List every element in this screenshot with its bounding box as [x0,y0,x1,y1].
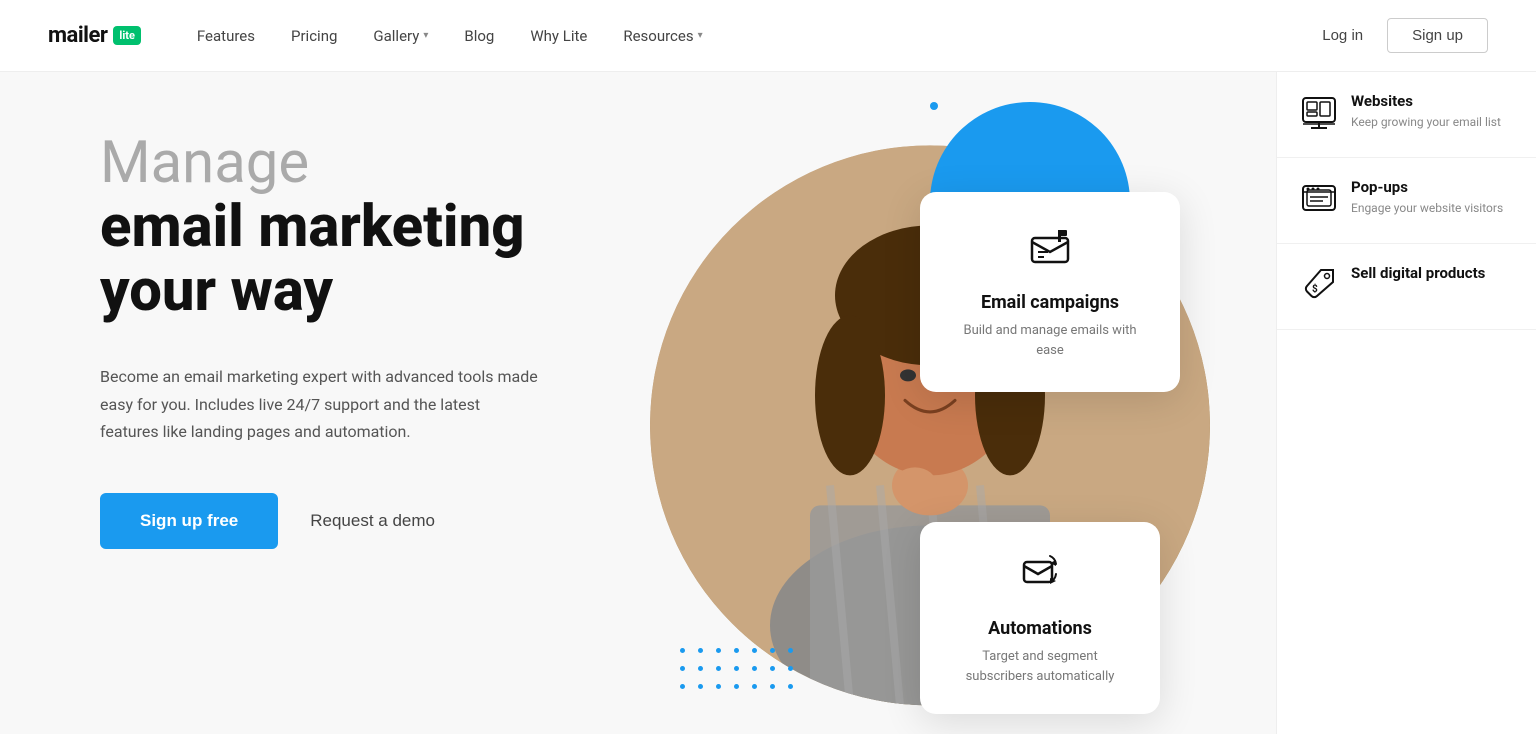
signup-button[interactable]: Sign up [1387,18,1488,53]
email-card-title: Email campaigns [956,292,1144,313]
nav-blog[interactable]: Blog [464,27,494,45]
logo-badge: lite [113,26,141,45]
signup-free-button[interactable]: Sign up free [100,493,278,549]
accent-dot-top [930,102,938,110]
nav-resources[interactable]: Resources ▾ [623,27,702,45]
sidebar-popups: Pop-ups Engage your website visitors [1277,158,1536,244]
logo[interactable]: mailer lite [48,23,141,48]
automation-icon [952,550,1128,604]
email-campaigns-card: Email campaigns Build and manage emails … [920,192,1180,392]
svg-text:$: $ [1312,282,1318,295]
request-demo-button[interactable]: Request a demo [310,511,435,531]
sell-icon: $ [1301,266,1337,309]
hero-subtitle: Become an email marketing expert with ad… [100,363,540,445]
sidebar-popups-text: Pop-ups Engage your website visitors [1351,178,1503,217]
nav-pricing[interactable]: Pricing [291,27,337,45]
automations-card: Automations Target and segment subscribe… [920,522,1160,714]
popup-icon [1301,180,1337,223]
email-card-desc: Build and manage emails with ease [956,321,1144,360]
sidebar-features: Websites Keep growing your email list [1276,72,1536,734]
hero-title-manage: Manage [100,132,592,196]
nav-gallery[interactable]: Gallery ▾ [373,27,428,45]
login-button[interactable]: Log in [1322,27,1363,44]
sidebar-websites: Websites Keep growing your email list [1277,72,1536,158]
hero-content: Manage email marketing your way Become a… [0,72,640,734]
auto-card-desc: Target and segment subscribers automatic… [952,647,1128,686]
nav-features[interactable]: Features [197,27,255,45]
hero-image-area: Email campaigns Build and manage emails … [580,72,1280,734]
chevron-down-icon: ▾ [423,30,428,41]
hero-title-main: email marketing your way [100,196,592,324]
sidebar-sell-text: Sell digital products [1351,264,1485,286]
nav-actions: Log in Sign up [1322,18,1488,53]
hero-actions: Sign up free Request a demo [100,493,592,549]
chevron-down-icon: ▾ [698,30,703,41]
nav-whylite[interactable]: Why Lite [530,27,587,45]
website-icon [1301,94,1337,137]
navbar: mailer lite Features Pricing Gallery ▾ B… [0,0,1536,72]
logo-text: mailer [48,23,107,48]
dots-decoration [680,648,798,694]
auto-card-title: Automations [952,618,1128,639]
hero-section: Manage email marketing your way Become a… [0,72,1536,734]
sidebar-sell: $ Sell digital products [1277,244,1536,330]
mailbox-icon [956,224,1144,278]
nav-links: Features Pricing Gallery ▾ Blog Why Lite… [197,27,1322,45]
sidebar-websites-text: Websites Keep growing your email list [1351,92,1501,131]
